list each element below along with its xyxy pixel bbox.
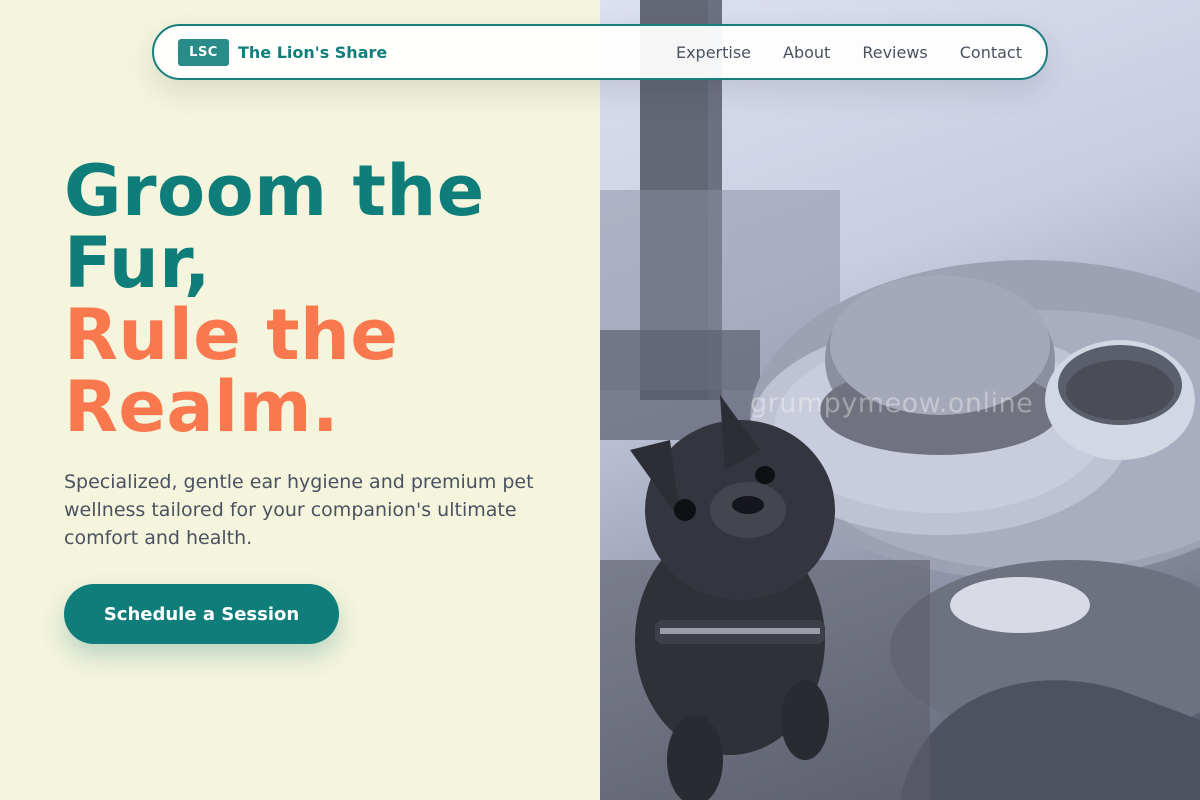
brand-name: The Lion's Share	[238, 42, 388, 62]
nav-link-about[interactable]: About	[783, 43, 830, 62]
nav-link-contact[interactable]: Contact	[960, 43, 1022, 62]
hero-section: Groom the Fur, Rule the Realm. Specializ…	[0, 0, 600, 800]
headline-line-2: Fur,	[64, 222, 211, 304]
brand-logo-badge: LSC	[178, 38, 229, 66]
photo-watermark: grumpymeow.online	[750, 388, 1034, 419]
landing-page: Groom the Fur, Rule the Realm. Specializ…	[0, 0, 1200, 800]
nav-links: Expertise About Reviews Contact	[676, 43, 1022, 62]
schedule-session-button[interactable]: Schedule a Session	[64, 584, 339, 644]
nav-link-reviews[interactable]: Reviews	[862, 43, 927, 62]
hero-headline: Groom the Fur, Rule the Realm.	[64, 155, 584, 443]
headline-line-1: Groom the	[64, 150, 485, 232]
headline-accent-line-2: Realm.	[64, 366, 340, 448]
nav-link-expertise[interactable]: Expertise	[676, 43, 751, 62]
top-navigation: LSC The Lion's Share Expertise About Rev…	[152, 24, 1048, 80]
headline-accent-line-1: Rule the	[64, 294, 399, 376]
brand-logo-link[interactable]: LSC The Lion's Share	[178, 38, 388, 66]
hero-photo: grumpymeow.online	[600, 0, 1200, 800]
hero-description: Specialized, gentle ear hygiene and prem…	[64, 471, 534, 549]
